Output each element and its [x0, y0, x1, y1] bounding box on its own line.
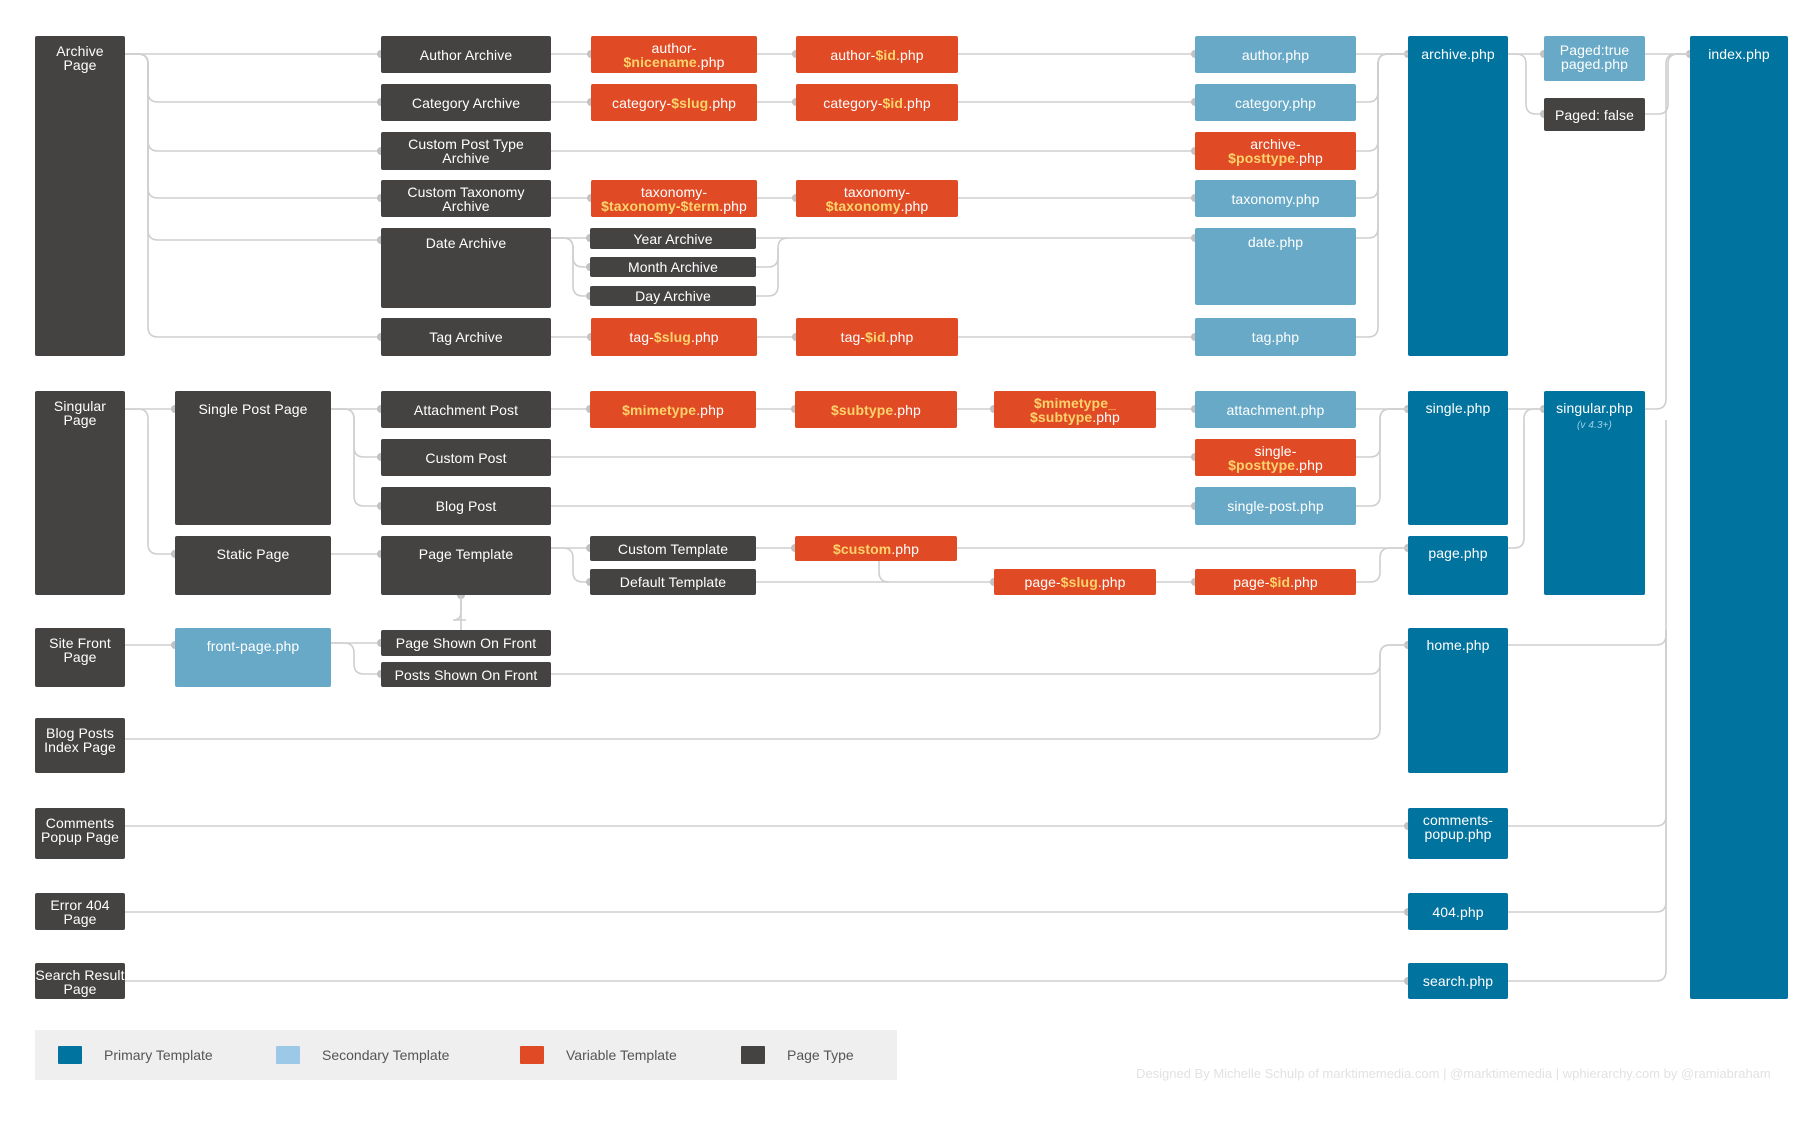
taxonomy-term-php[interactable]: taxonomy- $taxonomy-$term.php	[591, 180, 757, 217]
connector	[756, 237, 789, 268]
custom-taxonomy-archive[interactable]: Custom Taxonomy Archive	[381, 180, 551, 217]
archive-posttype-php[interactable]: archive- $posttype.php	[1195, 132, 1356, 170]
connector	[125, 408, 175, 555]
custom-post[interactable]: Custom Post	[381, 439, 551, 476]
custom-template[interactable]: Custom Template	[590, 536, 756, 561]
tag-archive[interactable]: Tag Archive	[381, 318, 551, 356]
connector	[1356, 53, 1408, 338]
category-slug-php[interactable]: category- $slug .php	[591, 84, 757, 121]
legend-swatch	[58, 1046, 82, 1064]
page-id-php[interactable]: page- $id .php	[1195, 569, 1356, 595]
site-front-page[interactable]: Site Front Page	[35, 628, 125, 687]
category-php[interactable]: category.php	[1195, 84, 1356, 121]
connector	[1508, 408, 1544, 549]
attachment-post[interactable]: Attachment Post	[381, 391, 551, 428]
posts-shown-on-front[interactable]: Posts Shown On Front	[381, 662, 551, 687]
connector	[1508, 630, 1667, 982]
credits: Designed By Michelle Schulp of marktimem…	[1136, 1066, 1771, 1081]
default-template[interactable]: Default Template	[590, 569, 756, 595]
connector	[1645, 53, 1690, 115]
connector	[1508, 630, 1667, 827]
archive-php[interactable]: archive.php	[1408, 36, 1508, 356]
connector	[125, 53, 381, 103]
date-php[interactable]: date.php	[1195, 228, 1356, 305]
legend: Primary Template Secondary Template Vari…	[35, 1030, 897, 1080]
category-id-php[interactable]: category- $id .php	[796, 84, 958, 121]
connector	[551, 644, 1408, 675]
connector	[331, 408, 381, 458]
author-id-php[interactable]: author- $id .php	[796, 36, 958, 73]
mimetype-php[interactable]: $mimetype .php	[590, 391, 756, 428]
connector	[1508, 630, 1667, 913]
singular-php[interactable]: singular.php (v 4.3+)	[1544, 391, 1645, 595]
taxonomy-taxonomy-php[interactable]: taxonomy- $taxonomy.php	[796, 180, 958, 217]
tag-php[interactable]: tag.php	[1195, 318, 1356, 356]
page-slug-php[interactable]: page- $slug .php	[994, 569, 1156, 595]
connector	[756, 248, 779, 297]
custom-post-type-archive[interactable]: Custom Post Type Archive	[381, 132, 551, 170]
archive-page[interactable]: Archive Page	[35, 36, 125, 356]
connector	[551, 237, 590, 268]
connector	[1508, 53, 1544, 115]
year-archive[interactable]: Year Archive	[590, 228, 756, 249]
connector	[551, 547, 590, 583]
search-result-page[interactable]: Search Result Page	[35, 963, 125, 999]
front-page-php[interactable]: front-page.php	[175, 628, 331, 687]
404-php[interactable]: 404.php	[1408, 893, 1508, 930]
singular-version-note: (v 4.3+)	[1577, 420, 1612, 431]
connector	[452, 595, 466, 621]
attachment-php[interactable]: attachment.php	[1195, 391, 1356, 428]
error-404-page[interactable]: Error 404 Page	[35, 893, 125, 930]
page-php[interactable]: page.php	[1408, 536, 1508, 595]
comments-popup-page[interactable]: Comments Popup Page	[35, 808, 125, 859]
blog-posts-index-page[interactable]: Blog Posts Index Page	[35, 718, 125, 773]
single-php[interactable]: single.php	[1408, 391, 1508, 525]
legend-page-type: Page Type	[741, 1046, 854, 1064]
single-posttype-php[interactable]: single- $posttype.php	[1195, 439, 1356, 476]
page-template[interactable]: Page Template	[381, 536, 551, 595]
static-page[interactable]: Static Page	[175, 536, 331, 595]
legend-secondary: Secondary Template	[276, 1046, 449, 1064]
taxonomy-php[interactable]: taxonomy.php	[1195, 180, 1356, 217]
singular-page[interactable]: Singular Page	[35, 391, 125, 595]
page-shown-on-front[interactable]: Page Shown On Front	[381, 630, 551, 656]
connector	[878, 561, 890, 583]
legend-variable: Variable Template	[520, 1046, 677, 1064]
legend-primary: Primary Template	[58, 1046, 213, 1064]
subtype-php[interactable]: $subtype .php	[795, 391, 957, 428]
connector	[125, 53, 381, 338]
legend-swatch	[741, 1046, 765, 1064]
connector	[331, 642, 381, 675]
index-php[interactable]: index.php	[1690, 36, 1788, 999]
single-post-php[interactable]: single-post.php	[1195, 487, 1356, 525]
paged-php[interactable]: Paged:true paged.php	[1544, 36, 1645, 81]
single-post-page[interactable]: Single Post Page	[175, 391, 331, 525]
category-archive[interactable]: Category Archive	[381, 84, 551, 121]
custom-php[interactable]: $custom .php	[795, 536, 957, 561]
month-archive[interactable]: Month Archive	[590, 257, 756, 277]
connector	[1356, 53, 1408, 199]
comments-popup-php[interactable]: comments-popup.php	[1408, 808, 1508, 859]
connector	[125, 53, 381, 199]
search-php[interactable]: search.php	[1408, 963, 1508, 999]
date-archive[interactable]: Date Archive	[381, 228, 551, 308]
connector	[1356, 53, 1408, 103]
tag-slug-php[interactable]: tag- $slug .php	[591, 318, 757, 356]
mimetype-subtype-php[interactable]: $mimetype_ $subtype.php	[994, 391, 1156, 428]
legend-swatch	[276, 1046, 300, 1064]
author-nicename-php[interactable]: author- $nicename.php	[591, 36, 757, 73]
tag-id-php[interactable]: tag- $id .php	[796, 318, 958, 356]
paged-false[interactable]: Paged: false	[1544, 98, 1645, 131]
day-archive[interactable]: Day Archive	[590, 286, 756, 306]
legend-swatch	[520, 1046, 544, 1064]
blog-post[interactable]: Blog Post	[381, 487, 551, 525]
home-php[interactable]: home.php	[1408, 628, 1508, 773]
connector	[125, 53, 381, 241]
author-archive[interactable]: Author Archive	[381, 36, 551, 73]
connector	[1356, 408, 1408, 458]
connector	[1356, 547, 1408, 583]
connector	[1356, 53, 1408, 239]
author-php[interactable]: author.php	[1195, 36, 1356, 73]
